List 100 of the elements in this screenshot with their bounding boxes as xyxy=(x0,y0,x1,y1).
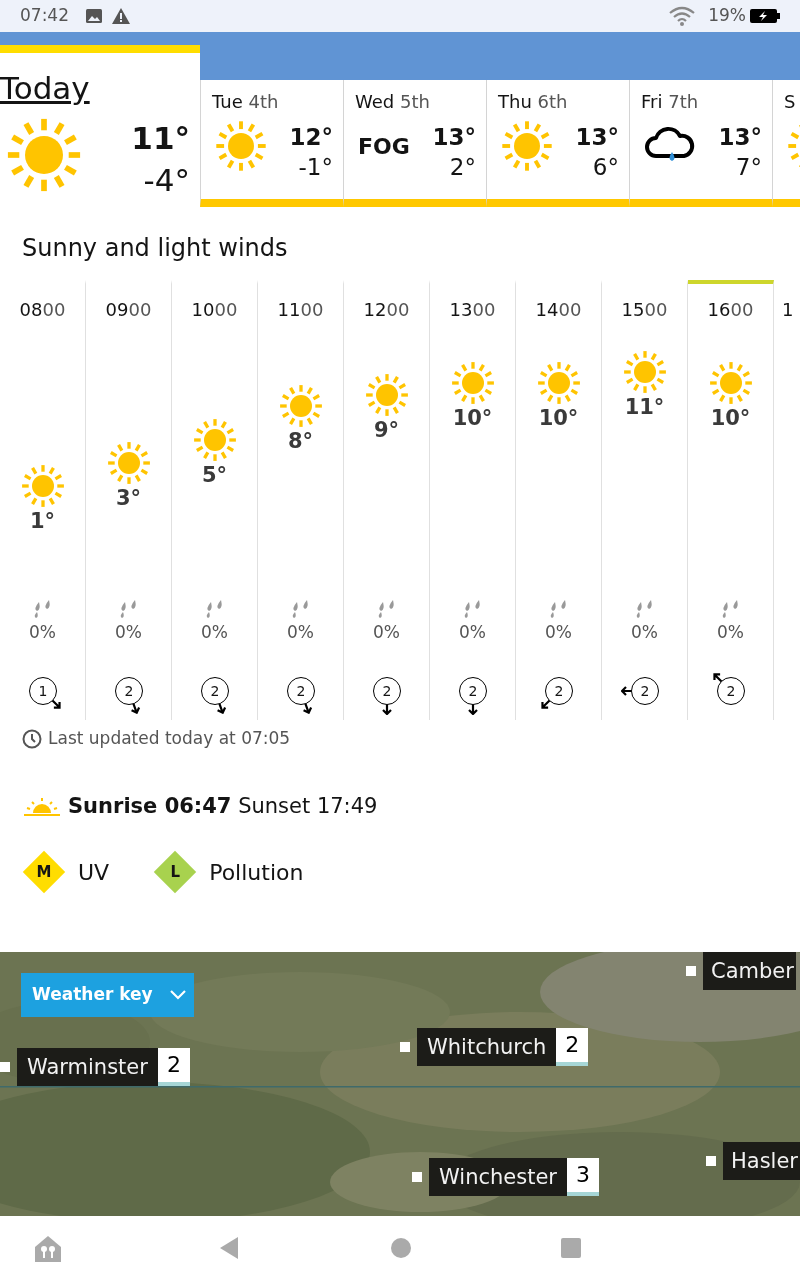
rain-chance: 0% xyxy=(201,621,228,644)
sun-icon xyxy=(536,361,581,406)
last-updated-text: Last updated today at 07:05 xyxy=(48,727,291,751)
day-tab[interactable]: Thu 6th 13° 6° xyxy=(486,80,629,207)
hour-label: 1500 xyxy=(620,298,669,322)
recents-icon[interactable] xyxy=(561,1238,581,1258)
day-tab[interactable]: Today 11° -4° xyxy=(0,45,200,207)
hour-column[interactable]: 1300 10° 0% 2 xyxy=(430,280,516,720)
hour-label: 0800 xyxy=(18,298,67,322)
high-temperature: 12° xyxy=(289,123,333,152)
sun-icon xyxy=(20,464,65,508)
clock: 07:42 xyxy=(20,4,69,28)
image-icon xyxy=(85,7,103,25)
place-marker xyxy=(686,966,696,976)
hour-label: 1200 xyxy=(362,298,411,322)
hour-label: 1100 xyxy=(276,298,325,322)
wind-speed: 2 xyxy=(287,677,315,705)
high-temperature: 11° xyxy=(131,119,190,158)
wind-speed: 2 xyxy=(545,677,573,705)
wind-speed: 1 xyxy=(29,677,57,705)
hour-column[interactable]: 0900 3° 0% 2 xyxy=(86,280,172,720)
fog-label: FOG xyxy=(358,132,410,161)
hour-label: 1300 xyxy=(448,298,497,322)
day-label: S xyxy=(784,90,796,114)
sun-icon xyxy=(450,361,495,406)
day-label: Tue 4th xyxy=(212,90,279,114)
day-name: Today xyxy=(0,69,90,108)
wind-speed: 2 xyxy=(459,677,487,705)
sun-icon xyxy=(622,350,667,394)
hour-temperature: 5° xyxy=(201,462,228,489)
hour-label: 1600 xyxy=(706,298,755,322)
wind-speed: 2 xyxy=(201,677,229,705)
day-label: Thu 6th xyxy=(498,90,568,114)
low-temperature: -4° xyxy=(143,161,190,200)
place-name[interactable]: Winchester xyxy=(429,1158,567,1196)
day-tab[interactable]: Fri 7th 13° 7° xyxy=(629,80,772,207)
rain-chance: 0% xyxy=(717,621,744,644)
day-tab[interactable]: Tue 4th 12° -1° xyxy=(200,80,343,207)
chevron-down-icon xyxy=(168,989,187,1001)
hour-column[interactable]: 1000 5° 0% 2 xyxy=(172,280,258,720)
sun-icon xyxy=(501,120,553,172)
hour-column[interactable]: 1100 8° 0% 2 xyxy=(258,280,344,720)
rain-chance: 0% xyxy=(631,621,658,644)
home-app-icon[interactable] xyxy=(33,1234,63,1264)
hour-column[interactable]: 1200 9° 0% 2 xyxy=(344,280,430,720)
high-temperature: 13° xyxy=(432,123,476,152)
sun-icon xyxy=(192,418,237,463)
battery-charging-icon xyxy=(750,9,780,23)
hour-label: 1000 xyxy=(190,298,239,322)
hour-label: 1400 xyxy=(534,298,583,322)
hour-temperature: 10° xyxy=(452,405,493,432)
place-name[interactable]: Warminster xyxy=(17,1048,158,1086)
sun-icon xyxy=(6,117,82,193)
hour-column[interactable]: 1 xyxy=(774,280,800,720)
warning-icon xyxy=(111,7,131,25)
hour-column[interactable]: 1500 11° 0% 2 xyxy=(602,280,688,720)
place-marker xyxy=(400,1042,410,1052)
sun-icon xyxy=(106,441,151,486)
place-marker xyxy=(412,1172,422,1182)
hour-column[interactable]: 1600 10° 0% 2 xyxy=(688,280,774,720)
day-label: Fri 7th xyxy=(641,90,699,114)
level-letter: L xyxy=(170,861,180,883)
rain-chance: 0% xyxy=(545,621,572,644)
wifi-icon xyxy=(668,6,697,26)
sun-icon xyxy=(708,361,753,406)
sun-icon xyxy=(215,120,267,172)
place-name[interactable]: Camber xyxy=(703,952,796,990)
back-icon[interactable] xyxy=(219,1236,239,1260)
low-temperature: -1° xyxy=(298,153,333,182)
hour-temperature: 9° xyxy=(373,416,400,443)
place-name[interactable]: Hasler xyxy=(723,1142,800,1180)
hour-temperature: 1° xyxy=(29,508,56,534)
index-label[interactable]: Pollution xyxy=(209,855,304,889)
low-temperature: 2° xyxy=(449,153,476,182)
sunrise-icon xyxy=(24,797,60,817)
hour-temperature: 3° xyxy=(115,485,142,512)
rain-chance: 0% xyxy=(115,621,142,644)
home-icon[interactable] xyxy=(391,1238,411,1258)
battery-percentage: 19% xyxy=(708,4,746,28)
hour-temperature: 10° xyxy=(538,405,579,432)
hour-column[interactable]: 1400 10° 0% 2 xyxy=(516,280,602,720)
place-marker xyxy=(706,1156,716,1166)
rain-chance: 0% xyxy=(29,621,56,644)
uv-value: 3 xyxy=(566,1158,599,1196)
hour-column[interactable]: 0800 1° 0% 1 xyxy=(0,280,86,720)
wind-speed: 2 xyxy=(631,677,659,705)
hour-temperature: 10° xyxy=(710,405,751,432)
sun-icon xyxy=(364,372,409,417)
hour-label: 1 xyxy=(782,298,794,322)
sunrise-sunset-text: Sunrise 06:47 Sunset 17:49 xyxy=(68,793,378,821)
index-label[interactable]: UV xyxy=(78,855,110,889)
level-letter: M xyxy=(36,861,52,883)
low-temperature: 6° xyxy=(592,153,619,182)
clock-icon xyxy=(22,729,42,749)
place-name[interactable]: Whitchurch xyxy=(417,1028,557,1066)
day-tab[interactable]: S xyxy=(772,80,800,207)
rain-chance: 0% xyxy=(459,621,486,644)
rain-chance: 0% xyxy=(287,621,314,644)
day-tab[interactable]: Wed 5th FOG 13° 2° xyxy=(343,80,486,207)
low-temperature: 7° xyxy=(735,153,762,182)
